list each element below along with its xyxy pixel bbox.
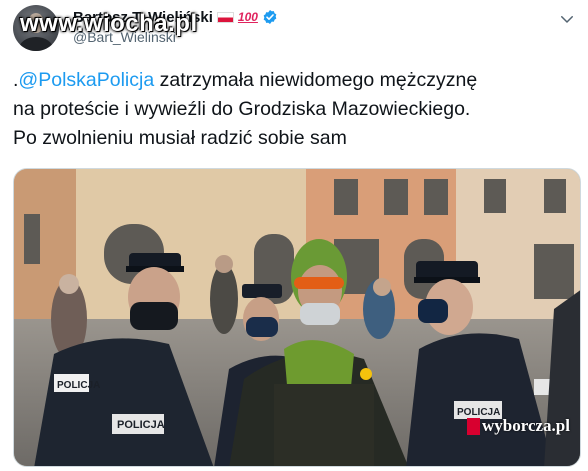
wyborcza-watermark-text: wyborcza.pl (482, 416, 570, 435)
tweet-text-line-2: na proteście i wywieźli do Grodziska Maz… (13, 98, 471, 120)
wyborcza-logo-icon (467, 417, 480, 435)
site-watermark: www.wiocha.pl (20, 10, 198, 37)
tweet-text: .@PolskaPolicja zatrzymała niewidomego m… (13, 66, 583, 153)
media-watermark: wyborcza.pl (467, 416, 570, 436)
poland-flag-icon (216, 11, 234, 23)
mention-link[interactable]: @PolskaPolicja (18, 69, 154, 91)
chevron-down-icon[interactable] (558, 10, 576, 28)
tweet-line-1-rest: zatrzymała niewidomego mężczyznę (154, 69, 478, 91)
verified-badge-icon (263, 10, 277, 24)
tweet-text-line-3: Po zwolnieniu musiał radzić sobie sam (13, 127, 347, 149)
tweet-card: Bartosz T. Wieliński 100 @Bart_Wielinski… (0, 0, 588, 471)
hundred-points-icon: 100 (237, 10, 258, 24)
tweet-text-line-1: .@PolskaPolicja zatrzymała niewidomego m… (13, 66, 583, 95)
police-label-center: POLICJA (117, 419, 165, 431)
tweet-media-photo[interactable]: POLICJA POLICJA POLICJA wyborcza.pl (13, 168, 581, 467)
police-label-left: POLICJA (57, 380, 100, 391)
